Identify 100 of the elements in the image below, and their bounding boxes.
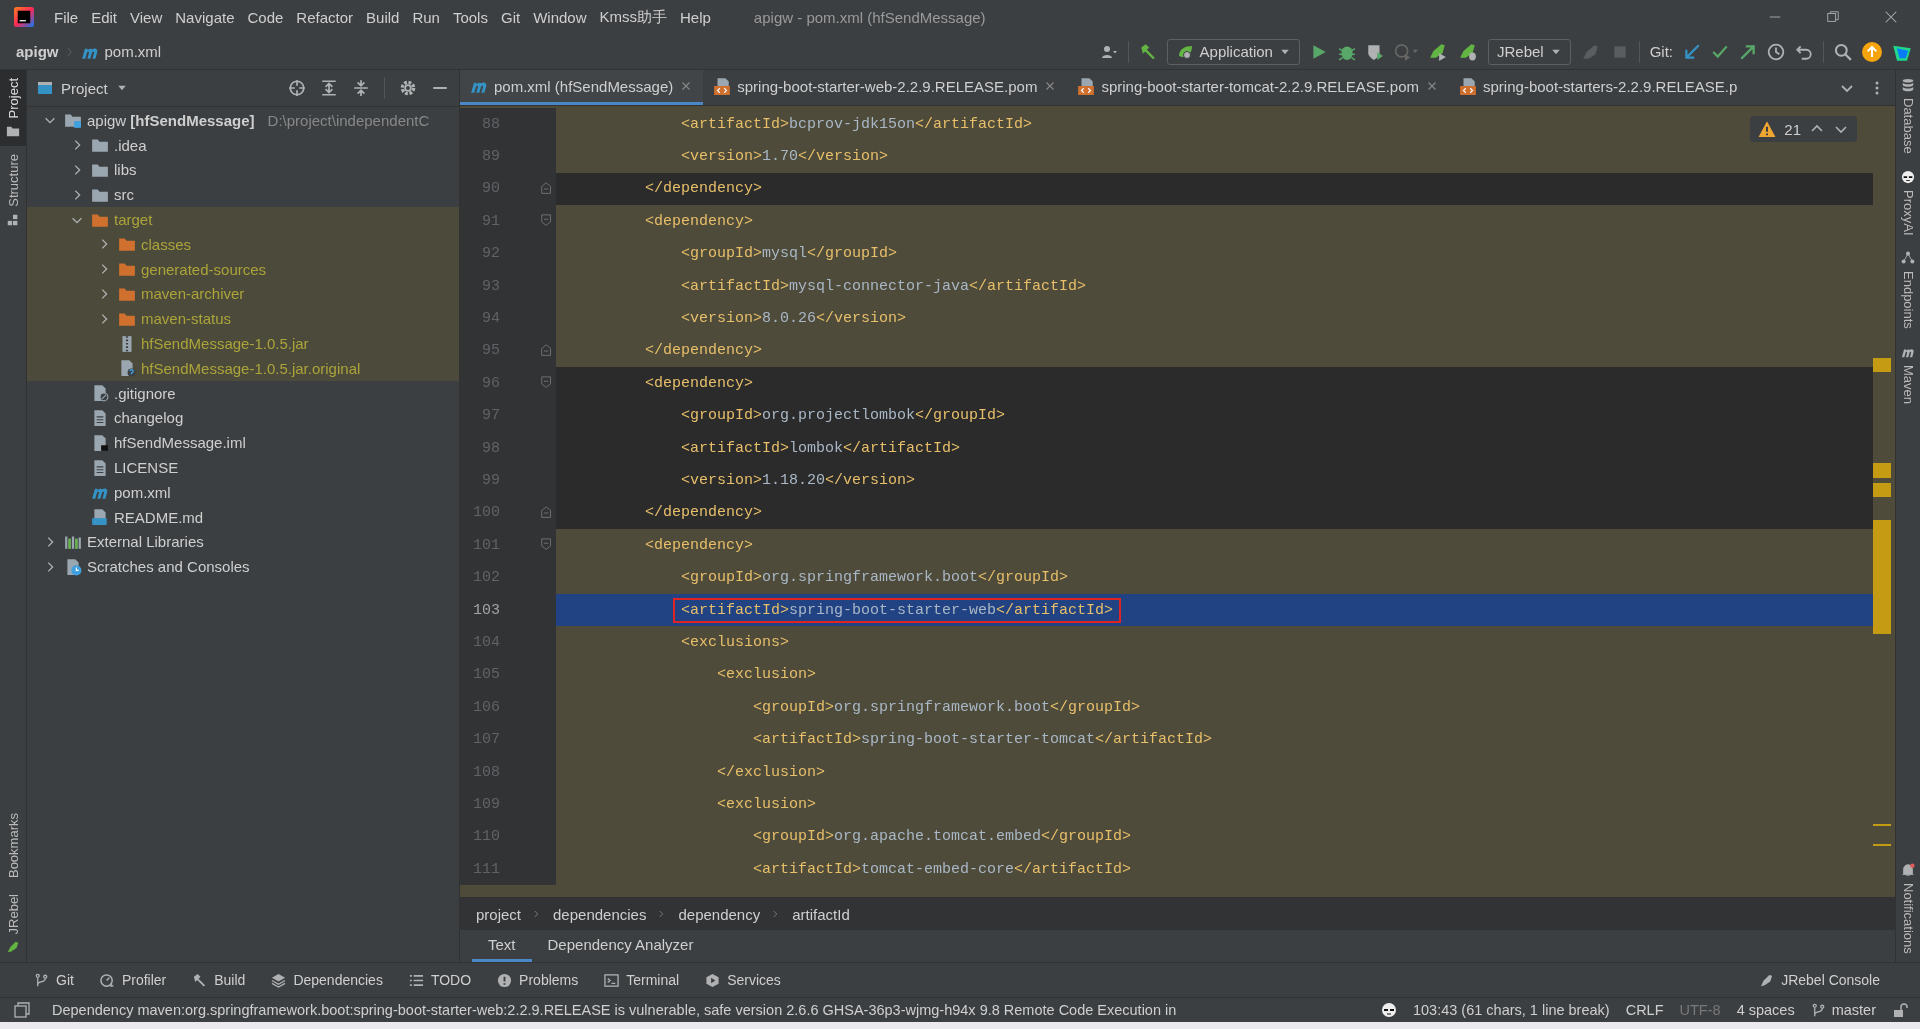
tree-item[interactable]: External Libraries [87, 533, 204, 551]
rocket-icon[interactable] [1759, 972, 1775, 988]
hammer-icon[interactable] [1138, 42, 1157, 61]
crosshair-icon[interactable] [288, 79, 306, 97]
exclamation-icon[interactable] [497, 972, 513, 988]
breadcrumb-item[interactable]: dependency [678, 905, 761, 923]
tree-item[interactable]: libs [114, 161, 137, 179]
tree-item[interactable]: maven-archiver [141, 285, 245, 303]
menu-item[interactable]: Tools [446, 8, 494, 26]
menu-item[interactable]: Build [360, 8, 406, 26]
jrebel-dropdown[interactable]: JRebel [1487, 38, 1571, 65]
tree-item[interactable]: .gitignore [114, 384, 176, 402]
search-icon[interactable] [1834, 42, 1852, 61]
rocket-run-icon[interactable] [1427, 42, 1448, 61]
branch-icon[interactable] [34, 972, 49, 988]
tool-window-button[interactable]: ProxyAI [1896, 161, 1920, 244]
tree-item[interactable]: apigw [hfSendMessage] [87, 111, 255, 129]
tree-item[interactable]: hfSendMessage.iml [114, 434, 246, 452]
restore-icon[interactable] [1826, 10, 1840, 24]
breadcrumb-item[interactable]: dependencies [553, 905, 647, 923]
close-icon[interactable] [1884, 10, 1898, 24]
tool-window-button[interactable]: Problems [497, 972, 579, 988]
tool-window-button[interactable]: Services [705, 972, 781, 988]
menu-item[interactable]: View [124, 8, 169, 26]
user-menu-icon[interactable] [1099, 43, 1118, 60]
menu-item[interactable]: Help [674, 8, 717, 26]
editor-tab[interactable]: spring-boot-starter-tomcat-2.2.9.RELEASE.pom [1067, 70, 1450, 105]
menu-item[interactable]: Run [406, 8, 446, 26]
update-arrow-icon[interactable] [1683, 42, 1701, 61]
tool-window-button[interactable]: Profiler [99, 972, 167, 988]
tool-window-button[interactable]: Maven [1896, 337, 1920, 413]
fold-marker-icon[interactable] [540, 181, 554, 196]
fold-marker-icon[interactable] [540, 505, 554, 520]
tool-window-button[interactable]: Endpoints [1896, 243, 1920, 337]
menu-item[interactable]: Window [527, 8, 593, 26]
status-item[interactable]: 103:43 (61 chars, 1 line break) [1413, 1002, 1610, 1018]
tool-window-button[interactable]: Project [0, 70, 26, 147]
tool-window-button[interactable]: JRebel Console [1759, 972, 1880, 988]
status-message[interactable]: Dependency maven:org.springframework.boot:spring-boot-starter-web:2.2.9.RELEASE is vulnerable, safe version 2.6.6 GHSA-36p3-wjmg-h94x 9.8 Remote Code Execution in [52, 1002, 1177, 1018]
breadcrumb-item[interactable]: artifactId [792, 905, 850, 923]
tool-window-button[interactable]: Terminal [604, 972, 680, 988]
tool-window-button[interactable]: Build [192, 972, 246, 988]
warnings-indicator[interactable]: 21 [1750, 116, 1857, 142]
editor-tab[interactable]: spring-boot-starters-2.2.9.RELEASE.p [1449, 70, 1748, 105]
tool-window-button[interactable]: Database [1896, 70, 1920, 162]
mask-icon[interactable] [1381, 1002, 1397, 1018]
menu-item[interactable]: Git [494, 8, 527, 26]
history-icon[interactable] [1767, 42, 1785, 61]
services-icon[interactable] [705, 972, 721, 988]
tree-item[interactable]: changelog [114, 409, 184, 427]
tool-window-button[interactable]: Notifications [1896, 855, 1920, 962]
app-icon[interactable] [14, 7, 34, 27]
tree-item[interactable]: classes [141, 235, 192, 253]
menu-item[interactable]: Navigate [169, 8, 241, 26]
fold-marker-icon[interactable] [540, 538, 554, 553]
editor-mode-tab[interactable]: Text [472, 930, 532, 962]
terminal-icon[interactable] [604, 972, 620, 988]
tree-item[interactable]: .idea [114, 136, 147, 154]
editor-mode-tab[interactable]: Dependency Analyzer [531, 930, 710, 962]
fold-marker-icon[interactable] [540, 214, 554, 229]
tool-window-button[interactable]: Structure [0, 146, 26, 236]
breadcrumb-item[interactable]: project [476, 905, 522, 923]
tree-item[interactable]: LICENSE [114, 459, 179, 477]
status-item[interactable]: CRLF [1625, 1002, 1664, 1018]
breadcrumb-item[interactable]: pom.xml [104, 43, 162, 60]
editor-tab[interactable]: pom.xml (hfSendMessage) [460, 70, 704, 105]
menu-item[interactable]: Kmss助手 [593, 7, 673, 27]
tree-item[interactable]: Scratches and Consoles [87, 558, 250, 576]
shield-icon[interactable] [1365, 42, 1384, 61]
tree-item[interactable]: maven-status [141, 310, 232, 328]
layers-icon[interactable] [271, 972, 287, 988]
menu-item[interactable]: Code [241, 8, 290, 26]
editor-tab[interactable]: spring-boot-starter-web-2.2.9.RELEASE.pom [703, 70, 1068, 105]
status-item[interactable]: 4 spaces [1736, 1002, 1795, 1018]
menu-item[interactable]: File [48, 8, 85, 26]
list-icon[interactable] [408, 972, 424, 988]
branch-widget[interactable]: master [1810, 1002, 1876, 1018]
gauge-icon[interactable] [99, 972, 115, 988]
tree-item[interactable]: README.md [114, 508, 204, 526]
upgrade-icon[interactable] [1862, 41, 1882, 62]
fold-marker-icon[interactable] [540, 376, 554, 391]
menu-item[interactable]: Edit [85, 8, 124, 26]
settings-icon[interactable] [399, 79, 417, 97]
panel-toggle-icon[interactable] [14, 1002, 30, 1018]
expand-all-icon[interactable] [320, 79, 338, 97]
tool-window-button[interactable]: JRebel [0, 885, 26, 962]
project-view-dropdown[interactable]: Project [37, 79, 128, 97]
tool-window-button[interactable]: Git [34, 972, 74, 988]
tool-window-button[interactable]: Dependencies [271, 972, 383, 988]
fold-marker-icon[interactable] [540, 343, 554, 358]
tool-window-button[interactable]: TODO [408, 972, 472, 988]
tool-window-button[interactable]: Bookmarks [0, 804, 26, 886]
collapse-all-icon[interactable] [352, 79, 370, 97]
tree-item[interactable]: target [114, 211, 153, 229]
tree-item[interactable]: pom.xml [114, 483, 171, 501]
tree-item[interactable]: src [114, 186, 134, 204]
menu-item[interactable]: Refactor [290, 8, 360, 26]
rocket-debug-icon[interactable] [1457, 42, 1478, 61]
push-arrow-icon[interactable] [1739, 42, 1757, 61]
breadcrumb-item[interactable]: apigw [16, 43, 59, 60]
